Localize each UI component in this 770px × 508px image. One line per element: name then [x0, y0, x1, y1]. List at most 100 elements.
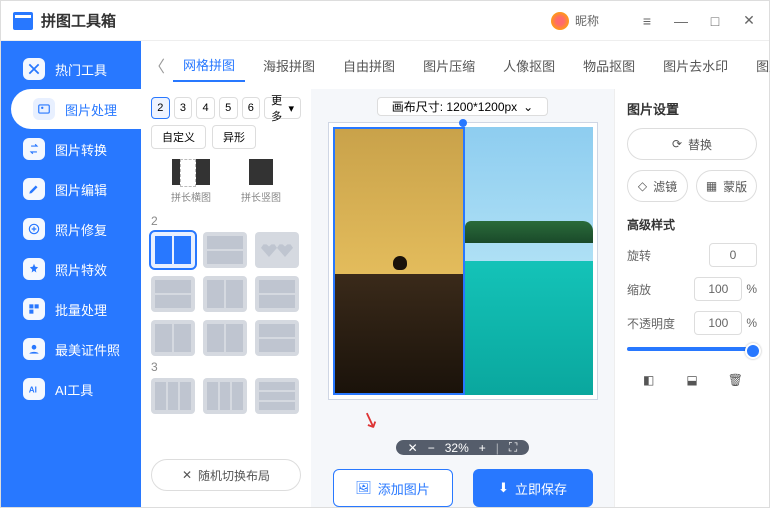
tab-grid-collage[interactable]: 网格拼图 — [173, 49, 245, 82]
opacity-value[interactable]: 100 — [694, 311, 742, 335]
scale-label: 缩放 — [627, 281, 651, 298]
flip-horizontal-icon[interactable]: ◧ — [638, 369, 660, 391]
count-5-button[interactable]: 5 — [219, 97, 238, 119]
layout-item[interactable] — [255, 320, 299, 356]
zoom-in-button[interactable]: + — [479, 441, 486, 455]
chevron-down-icon: ⌄ — [523, 100, 533, 114]
canvas-size-selector[interactable]: 画布尺寸: 1200*1200px ⌄ — [377, 97, 548, 116]
scale-value[interactable]: 100 — [694, 277, 742, 301]
right-panel: 图片设置 ⟳替换 ◇滤镜 ▦蒙版 高级样式 旋转0 缩放100% 不透明度100… — [614, 89, 769, 507]
section-2-label: 2 — [151, 214, 301, 228]
replace-button[interactable]: ⟳替换 — [627, 128, 757, 160]
mask-icon: ▦ — [706, 179, 717, 193]
sidebar-item-label: 批量处理 — [55, 300, 107, 319]
layout-item[interactable] — [255, 276, 299, 312]
filter-icon: ◇ — [638, 179, 647, 193]
tab-add-watermark[interactable]: 图片加水 — [746, 50, 770, 81]
filter-label: 滤镜 — [653, 178, 677, 195]
canvas-size-label: 画布尺寸: 1200*1200px — [392, 98, 517, 115]
fit-icon[interactable]: ✕ — [408, 441, 418, 455]
sidebar-item-label: 图片编辑 — [55, 180, 107, 199]
sidebar-item-image-process[interactable]: 图片处理 — [11, 89, 141, 129]
layout-item[interactable] — [203, 320, 247, 356]
download-icon: ⬇ — [498, 480, 509, 496]
sidebar: 热门工具 图片处理 图片转换 图片编辑 照片修复 照片特效 批量处理 最美证件照… — [1, 41, 141, 507]
count-more-button[interactable]: 更多 ▾ — [264, 97, 301, 119]
layout-item[interactable] — [151, 378, 195, 414]
layout-2h[interactable] — [203, 232, 247, 268]
chip-custom[interactable]: 自定义 — [151, 125, 206, 149]
chip-irregular[interactable]: 异形 — [212, 125, 256, 149]
sidebar-item-edit[interactable]: 图片编辑 — [1, 169, 141, 209]
layout-item[interactable] — [151, 276, 195, 312]
maximize-button[interactable]: □ — [707, 13, 723, 29]
layout-item[interactable] — [151, 320, 195, 356]
tab-back-button[interactable]: 〈 — [149, 53, 165, 77]
count-3-button[interactable]: 3 — [174, 97, 193, 119]
delete-icon[interactable]: 🗑 — [724, 369, 746, 391]
sidebar-item-batch[interactable]: 批量处理 — [1, 289, 141, 329]
opacity-slider[interactable] — [627, 347, 757, 351]
ai-icon: AI — [23, 378, 45, 400]
stitch-vertical[interactable]: 拼长竖图 — [241, 159, 281, 204]
sidebar-item-repair[interactable]: 照片修复 — [1, 209, 141, 249]
edit-icon — [23, 178, 45, 200]
shuffle-layout-button[interactable]: ✕随机切换布局 — [151, 459, 301, 491]
chevron-down-icon: ▾ — [288, 102, 294, 115]
sidebar-item-label: 照片修复 — [55, 220, 107, 239]
app-title: 拼图工具箱 — [41, 10, 116, 31]
stitch-horizontal[interactable]: 拼长横图 — [171, 159, 211, 204]
tab-compress[interactable]: 图片压缩 — [413, 50, 485, 81]
batch-icon — [23, 298, 45, 320]
count-2-button[interactable]: 2 — [151, 97, 170, 119]
shuffle-label: 随机切换布局 — [198, 467, 270, 484]
layout-item[interactable] — [203, 276, 247, 312]
add-image-button[interactable]: 🖼添加图片 — [333, 469, 453, 507]
canvas-pane-left[interactable] — [333, 127, 465, 395]
layout-item[interactable] — [255, 378, 299, 414]
zoom-toolbar: ✕ − 32% + | ⛶ — [396, 440, 530, 455]
minimize-button[interactable]: — — [673, 13, 689, 29]
more-label: 更多 — [271, 92, 288, 124]
sidebar-item-ai[interactable]: AI AI工具 — [1, 369, 141, 409]
sidebar-item-idphoto[interactable]: 最美证件照 — [1, 329, 141, 369]
tab-free-collage[interactable]: 自由拼图 — [333, 50, 405, 81]
layout-hearts[interactable] — [255, 232, 299, 268]
effect-icon — [23, 258, 45, 280]
zoom-out-button[interactable]: − — [428, 441, 435, 455]
count-6-button[interactable]: 6 — [242, 97, 261, 119]
flip-vertical-icon[interactable]: ⬓ — [681, 369, 703, 391]
sidebar-item-effect[interactable]: 照片特效 — [1, 249, 141, 289]
image-icon — [33, 98, 55, 120]
resize-handle-top[interactable] — [459, 119, 467, 127]
layout-2v[interactable] — [151, 232, 195, 268]
svg-text:AI: AI — [29, 386, 37, 395]
tab-poster-collage[interactable]: 海报拼图 — [253, 50, 325, 81]
tab-portrait-cutout[interactable]: 人像抠图 — [493, 50, 565, 81]
percent-label: % — [746, 316, 757, 330]
layout-item[interactable] — [203, 378, 247, 414]
user-area[interactable]: 昵称 — [551, 12, 599, 30]
canvas-area: 画布尺寸: 1200*1200px⌄ ↘ ✕ − 32% + — [311, 89, 614, 507]
zoom-value: 32% — [445, 441, 469, 455]
canvas-pane-right[interactable] — [465, 127, 593, 395]
rotate-value[interactable]: 0 — [709, 243, 757, 267]
actual-size-button[interactable]: ⛶ — [509, 440, 517, 455]
close-button[interactable]: ✕ — [741, 13, 757, 29]
menu-button[interactable]: ≡ — [639, 13, 655, 29]
sidebar-item-label: AI工具 — [55, 380, 93, 399]
count-4-button[interactable]: 4 — [196, 97, 215, 119]
sidebar-item-convert[interactable]: 图片转换 — [1, 129, 141, 169]
sidebar-item-label: 最美证件照 — [55, 340, 120, 359]
save-now-button[interactable]: ⬇ 立即保存 — [473, 469, 593, 507]
save-now-label: 立即保存 — [515, 479, 567, 498]
sidebar-item-hot[interactable]: 热门工具 — [1, 49, 141, 89]
replace-icon: ⟳ — [672, 137, 682, 151]
user-nickname: 昵称 — [575, 12, 599, 29]
idphoto-icon — [23, 338, 45, 360]
tab-remove-watermark[interactable]: 图片去水印 — [653, 50, 738, 81]
filter-button[interactable]: ◇ 滤镜 — [627, 170, 688, 202]
tab-object-cutout[interactable]: 物品抠图 — [573, 50, 645, 81]
collage-canvas[interactable] — [333, 127, 593, 395]
mask-button[interactable]: ▦蒙版 — [696, 170, 757, 202]
